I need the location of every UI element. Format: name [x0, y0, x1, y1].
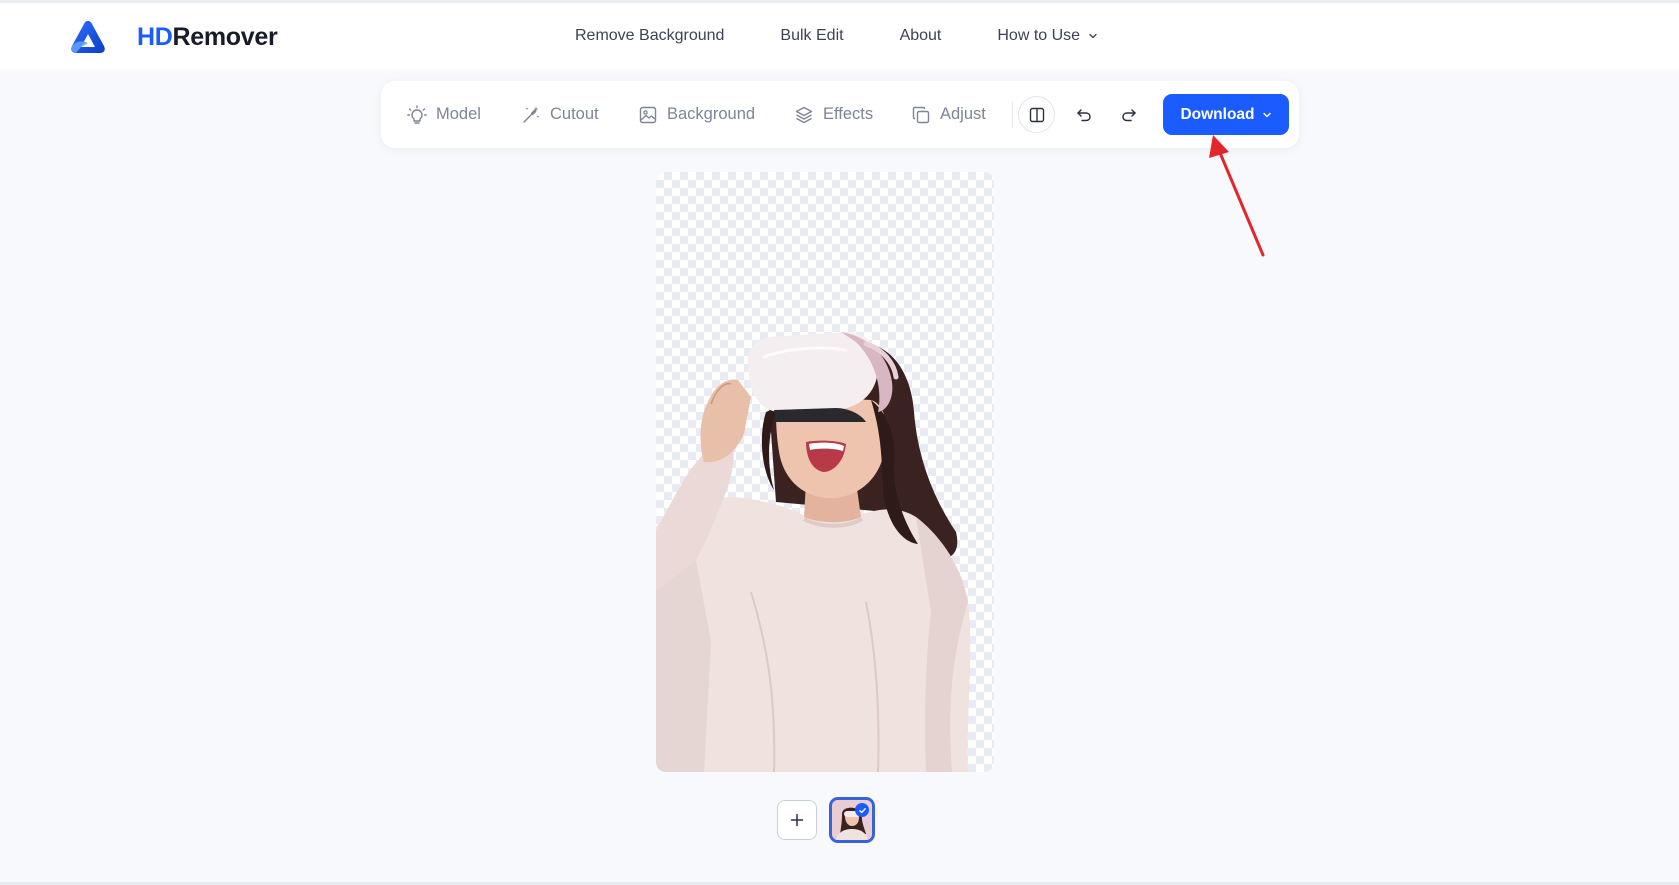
tool-model-label: Model — [436, 105, 481, 123]
brand-name-remover: Remover — [172, 22, 278, 51]
brand-name-hd: HD — [137, 22, 173, 51]
tool-model[interactable]: Model — [407, 81, 481, 148]
thumbnail-selected[interactable] — [829, 797, 875, 843]
nav-remove-background[interactable]: Remove Background — [575, 27, 724, 45]
chevron-down-icon — [1262, 112, 1271, 117]
redo-button[interactable] — [1110, 96, 1147, 133]
logo-icon — [71, 21, 105, 53]
tool-adjust-label: Adjust — [940, 105, 986, 123]
tool-background[interactable]: Background — [638, 81, 755, 148]
split-view-icon — [1029, 107, 1044, 122]
nav-remove-background-label: Remove Background — [575, 27, 725, 44]
nav-how-to-use[interactable]: How to Use — [997, 27, 1098, 45]
nav-bulk-edit-label: Bulk Edit — [780, 27, 844, 44]
image-canvas[interactable] — [656, 172, 994, 772]
nav-how-to-use-label: How to Use — [997, 27, 1081, 44]
check-icon — [858, 807, 866, 813]
tool-effects[interactable]: Effects — [794, 81, 873, 148]
nav-about-label: About — [899, 27, 942, 44]
redo-icon — [1121, 108, 1136, 121]
layers-icon — [795, 106, 813, 123]
image-thumbnails — [777, 797, 875, 843]
tool-cutout-label: Cutout — [550, 105, 599, 123]
compare-button[interactable] — [1018, 96, 1055, 133]
magic-wand-icon — [523, 106, 540, 123]
site-header: HDRemover Remove Background Bulk Edit Ab… — [0, 3, 1679, 69]
download-button[interactable]: Download — [1163, 94, 1289, 135]
download-button-label: Download — [1180, 105, 1255, 123]
undo-icon — [1076, 108, 1091, 121]
brand-name: HDRemover — [137, 22, 278, 52]
undo-button[interactable] — [1065, 96, 1102, 133]
chevron-down-icon — [1089, 33, 1097, 39]
nav-about[interactable]: About — [900, 27, 942, 45]
tool-effects-label: Effects — [823, 105, 874, 123]
tool-adjust[interactable]: Adjust — [911, 81, 986, 148]
add-image-button[interactable] — [777, 800, 817, 840]
image-icon — [639, 106, 657, 123]
brand-logo[interactable]: HDRemover — [70, 19, 278, 55]
toolbar-divider — [1012, 102, 1013, 128]
plus-icon — [790, 813, 804, 827]
nav-bulk-edit[interactable]: Bulk Edit — [780, 27, 843, 45]
tool-background-label: Background — [667, 105, 756, 123]
copy-icon — [912, 106, 930, 123]
annotation-arrow — [1209, 135, 1265, 257]
lightbulb-icon — [407, 104, 427, 124]
cutout-photo — [656, 332, 971, 772]
tool-cutout[interactable]: Cutout — [521, 81, 599, 148]
selected-check-icon — [855, 803, 869, 817]
main-nav: Remove Background Bulk Edit About How to… — [575, 3, 1098, 69]
editor-toolbar: Model Cutout Background Effects Adjust D… — [381, 81, 1299, 148]
